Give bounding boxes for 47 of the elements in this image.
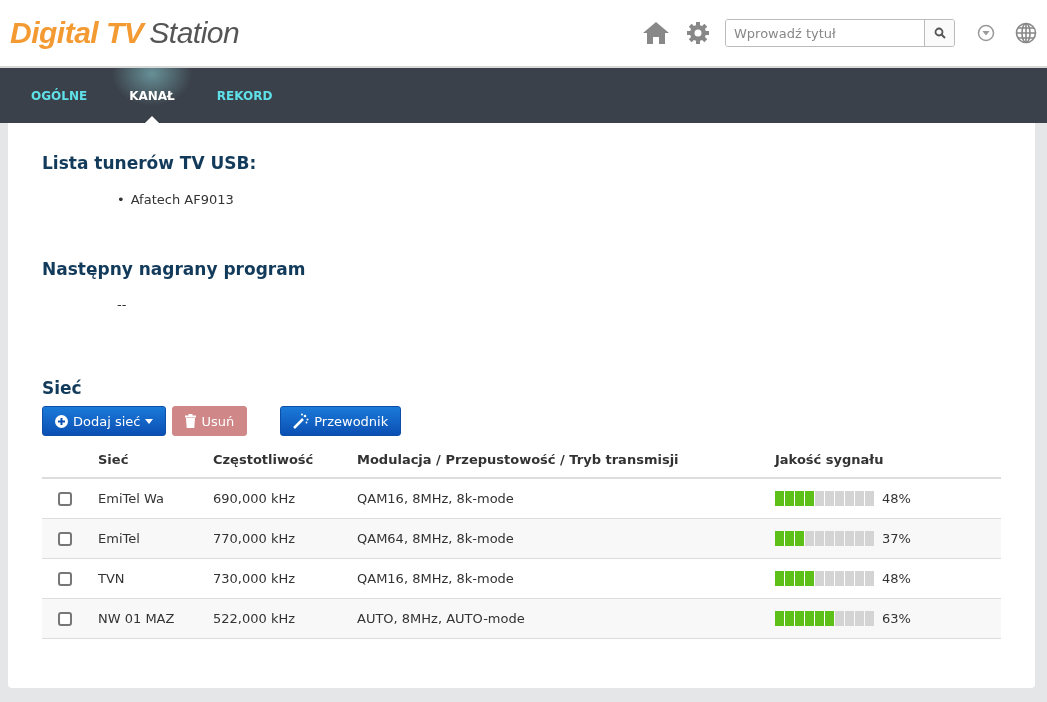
recording-value: -- — [117, 297, 128, 312]
table-cell: EmiTel Wa — [98, 478, 213, 519]
bullet: • — [117, 191, 125, 209]
nav-tab[interactable]: OGÓLNE — [10, 68, 109, 123]
search-button[interactable] — [924, 20, 954, 46]
nav-tab[interactable]: REKORD — [195, 68, 294, 123]
signal-reading: 63% — [882, 611, 911, 626]
column-header: Modulacja / Przepustowość / Tryb transmisji — [357, 442, 775, 478]
home-icon[interactable] — [643, 22, 669, 44]
section-title: Sieć — [42, 378, 83, 398]
wizard-button[interactable]: Przewodnik — [280, 406, 402, 436]
settings-icon[interactable] — [687, 22, 709, 44]
search-field[interactable]: Wprowadź tytuł — [725, 19, 955, 47]
table-cell: 770,000 kHz — [213, 518, 357, 559]
table-cell: EmiTel — [98, 518, 213, 559]
table-cell: 690,000 kHz — [213, 478, 357, 519]
globe-icon[interactable] — [1015, 22, 1037, 44]
signal-reading: 48% — [882, 491, 911, 506]
magic-wand-icon — [293, 413, 310, 429]
logo-text: Station — [149, 16, 240, 50]
table-cell: 730,000 kHz — [213, 558, 357, 599]
row-checkbox[interactable] — [58, 571, 72, 586]
signal-reading: 37% — [882, 531, 911, 546]
section-title: Następny nagrany program — [42, 259, 307, 279]
row-checkbox[interactable] — [58, 611, 72, 626]
column-header: Sieć — [98, 442, 213, 478]
logo-text: Digital TV — [10, 16, 144, 50]
row-checkbox[interactable] — [58, 491, 72, 506]
table-cell: TVN — [98, 558, 213, 599]
column-header: Jakość sygnału — [775, 442, 1001, 478]
table-cell: 522,000 kHz — [213, 598, 357, 639]
table-cell: QAM16, 8MHz, 8k-mode — [357, 558, 775, 599]
search-icon — [933, 27, 946, 39]
table-cell: AUTO, 8MHz, AUTO-mode — [357, 598, 775, 639]
row-checkbox[interactable] — [58, 531, 72, 546]
section-title: Lista tunerów TV USB: — [42, 153, 258, 173]
plus-circle-icon — [55, 414, 68, 428]
signal-reading: 48% — [882, 571, 911, 586]
table-cell: NW 01 MAZ — [98, 598, 213, 639]
tuner-item: Afatech AF9013 — [130, 191, 234, 209]
caret-icon — [145, 418, 154, 424]
column-header: Częstotliwość — [213, 442, 357, 478]
trash-icon — [185, 414, 197, 428]
table-cell: QAM16, 8MHz, 8k-mode — [357, 478, 775, 519]
table-cell: QAM64, 8MHz, 8k-mode — [357, 518, 775, 559]
add-network-button[interactable]: Dodaj sieć — [42, 406, 167, 436]
dropdown-icon[interactable] — [977, 24, 995, 42]
